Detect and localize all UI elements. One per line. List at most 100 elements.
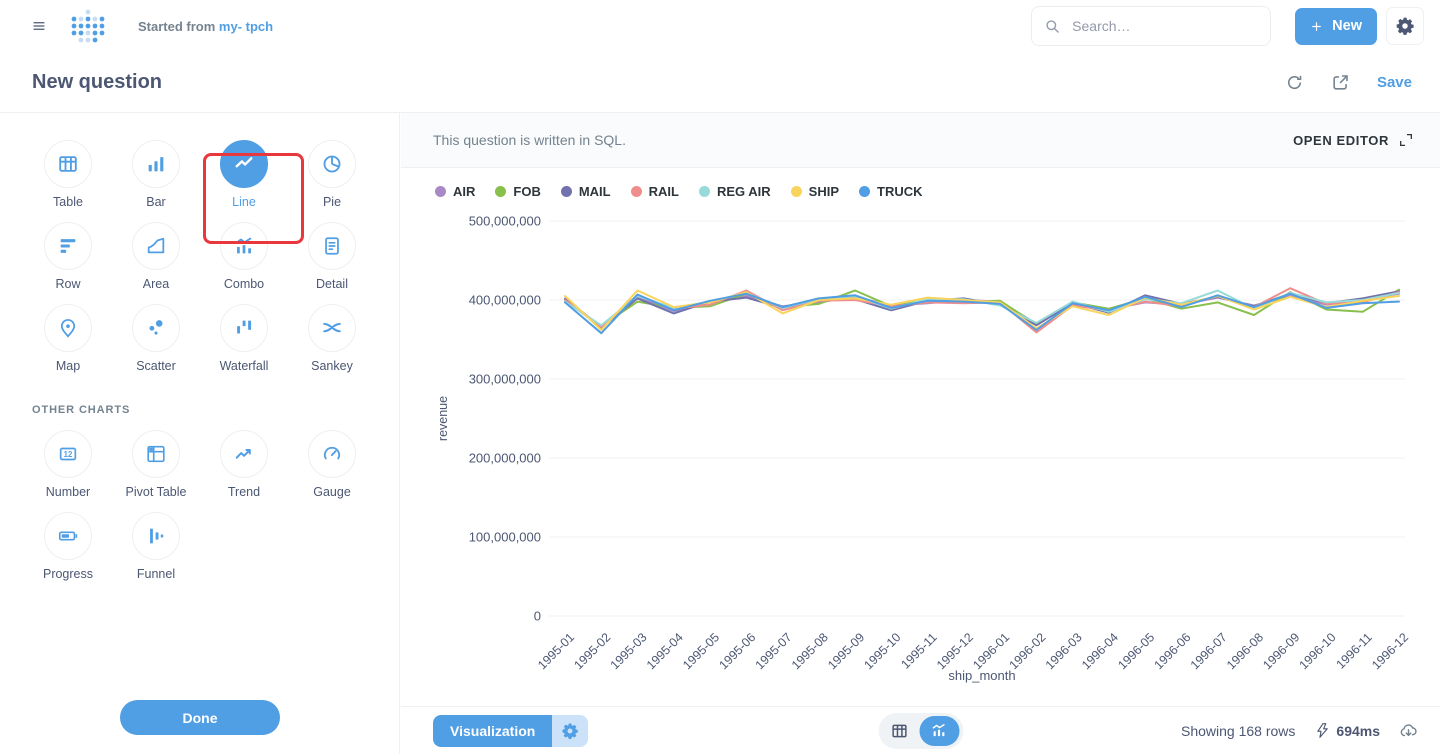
legend-item-rail[interactable]: RAIL [631,184,679,199]
legend-dot [495,186,506,197]
trend-chart-icon [220,430,268,478]
legend-item-mail[interactable]: MAIL [561,184,611,199]
started-from-label: Started from my- tpch [138,19,273,34]
legend-label: REG AIR [717,184,771,199]
new-button-label: New [1332,18,1362,34]
search-input[interactable] [1070,17,1258,35]
table-chart-icon [44,140,92,188]
save-button[interactable]: Save [1377,74,1412,91]
pivot-chart-icon [132,430,180,478]
other-chart-type-grid: 12Number Pivot Table Trend Gauge Progress Fun… [0,430,399,581]
new-button[interactable]: New [1295,8,1377,45]
legend-label: TRUCK [877,184,923,199]
viz-type-line[interactable]: Line [200,140,288,209]
map-chart-icon [44,304,92,352]
svg-text:1996-06: 1996-06 [1151,630,1193,672]
gear-icon [1395,16,1415,36]
legend-label: MAIL [579,184,611,199]
waterfall-chart-icon [220,304,268,352]
gauge-chart-icon [308,430,356,478]
viz-type-label: Gauge [313,485,351,499]
viz-type-label: Waterfall [220,359,269,373]
viz-type-label: Combo [224,277,264,291]
viz-type-waterfall[interactable]: Waterfall [200,304,288,373]
scatter-chart-icon [132,304,180,352]
toggle-chart-view[interactable] [919,716,959,746]
svg-text:1996-11: 1996-11 [1333,630,1374,671]
detail-chart-icon [308,222,356,270]
viz-type-detail[interactable]: Detail [288,222,376,291]
viz-type-map[interactable]: Map [24,304,112,373]
download-button[interactable] [1399,721,1418,740]
svg-text:200,000,000: 200,000,000 [469,451,541,466]
svg-text:1995-04: 1995-04 [644,630,686,672]
svg-text:1995-12: 1995-12 [934,630,976,672]
svg-text:1996-07: 1996-07 [1188,630,1230,672]
viz-type-pie[interactable]: Pie [288,140,376,209]
viz-type-label: Sankey [311,359,353,373]
viz-type-funnel[interactable]: Funnel [112,512,200,581]
svg-text:0: 0 [534,609,541,624]
cloud-download-icon [1399,721,1418,740]
done-button[interactable]: Done [120,700,280,735]
share-icon [1331,73,1350,92]
legend-label: RAIL [649,184,679,199]
chart-type-grid: TableBarLinePie Row Area Combo Detail Map Scat… [0,140,399,373]
legend-item-air[interactable]: AIR [435,184,475,199]
line-series-rail[interactable] [565,288,1399,332]
open-editor-button[interactable]: OPEN EDITOR [1293,132,1414,148]
viz-type-pivot-table[interactable]: Pivot Table [112,430,200,499]
viz-type-label: Pivot Table [126,485,187,499]
collection-link[interactable]: my- tpch [219,19,273,34]
viz-type-label: Progress [43,567,93,581]
viz-type-label: Area [143,277,169,291]
refresh-button[interactable] [1285,73,1304,92]
viz-type-sankey[interactable]: Sankey [288,304,376,373]
combo-chart-icon [220,222,268,270]
legend-dot [561,186,572,197]
viz-type-bar[interactable]: Bar [112,140,200,209]
viz-type-number[interactable]: 12Number [24,430,112,499]
viz-type-table[interactable]: Table [24,140,112,209]
viz-type-trend[interactable]: Trend [200,430,288,499]
duration-label: 694ms [1336,723,1380,739]
viz-type-area[interactable]: Area [112,222,200,291]
settings-gear-button[interactable] [1386,7,1424,45]
hamburger-menu-icon[interactable] [26,13,52,39]
table-icon [890,722,908,740]
visualization-button[interactable]: Visualization [433,715,552,747]
legend-dot [699,186,710,197]
results-footer: Visualization Showing 168 rows 694ms [401,706,1440,754]
toggle-table-view[interactable] [882,716,916,746]
viz-type-label: Row [55,277,80,291]
viz-type-combo[interactable]: Combo [200,222,288,291]
share-button[interactable] [1331,73,1350,92]
viz-type-gauge[interactable]: Gauge [288,430,376,499]
viz-type-label: Detail [316,277,348,291]
svg-text:1996-05: 1996-05 [1115,630,1157,672]
sankey-chart-icon [308,304,356,352]
viz-type-label: Number [46,485,90,499]
viz-type-row[interactable]: Row [24,222,112,291]
svg-text:1995-03: 1995-03 [608,630,650,672]
legend-dot [631,186,642,197]
viz-type-scatter[interactable]: Scatter [112,304,200,373]
svg-text:1996-09: 1996-09 [1260,630,1302,672]
legend-item-truck[interactable]: TRUCK [859,184,923,199]
legend-item-reg-air[interactable]: REG AIR [699,184,771,199]
search-box[interactable] [1031,6,1271,46]
question-titlebar: New question Save [0,52,1440,113]
legend-dot [435,186,446,197]
legend-label: AIR [453,184,475,199]
metabase-logo[interactable] [70,7,106,45]
legend-item-ship[interactable]: SHIP [791,184,839,199]
pie-chart-icon [308,140,356,188]
combo-chart-icon [931,722,948,739]
svg-text:1996-12: 1996-12 [1369,630,1411,672]
viz-type-progress[interactable]: Progress [24,512,112,581]
legend-item-fob[interactable]: FOB [495,184,540,199]
svg-text:100,000,000: 100,000,000 [469,530,541,545]
viz-type-label: Scatter [136,359,176,373]
svg-text:1996-04: 1996-04 [1079,630,1121,672]
viz-settings-button[interactable] [552,715,588,747]
